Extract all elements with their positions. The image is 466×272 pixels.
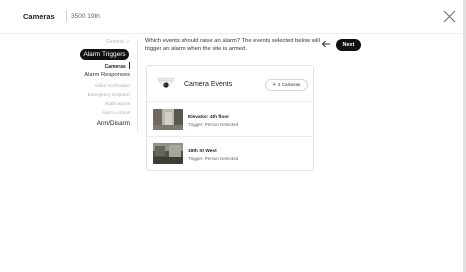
title-divider	[66, 11, 67, 22]
camera-event-row[interactable]: 19th St West Trigger: Person Detected	[147, 136, 313, 169]
step-arm-disarm[interactable]: Arm/Disarm	[97, 120, 130, 127]
dome-camera-icon	[155, 76, 177, 92]
event-trigger: Trigger: Person Detected	[188, 156, 239, 161]
site-name: 3500 19th	[71, 12, 100, 20]
step-alarm-actions[interactable]: Alarm Actions	[102, 110, 130, 115]
top-bar: Cameras 3500 19th	[0, 0, 466, 34]
event-title: Elevator: 4th floor	[188, 115, 230, 120]
app-window: Cameras 3500 19th General ✓ Cameras Alarm…	[0, 0, 466, 272]
step-alarm-triggers[interactable]: Alarm Triggers	[80, 49, 129, 60]
step-cameras-label: Cameras	[104, 64, 126, 70]
step-notifications[interactable]: Notifications	[105, 101, 130, 106]
step-general-label: General	[106, 39, 124, 45]
event-trigger: Trigger: Person Detected	[188, 122, 239, 127]
next-button[interactable]: Next	[336, 39, 361, 51]
page-title: Cameras	[23, 12, 55, 21]
close-icon	[443, 10, 456, 23]
plus-icon: +	[272, 82, 276, 88]
camera-thumbnail	[153, 109, 183, 130]
step-emergency-dispatch[interactable]: Emergency Dispatch	[88, 92, 130, 97]
current-substep-indicator	[128, 62, 130, 69]
step-cameras[interactable]: Cameras	[105, 62, 130, 70]
check-icon: ✓	[125, 39, 130, 45]
card-title: Camera Events	[184, 81, 233, 88]
event-title: 19th St West	[188, 149, 217, 154]
camera-events-card: Camera Events +2 Cameras Elevator: 4th f…	[146, 65, 314, 171]
add-cameras-button[interactable]: +2 Cameras	[265, 79, 308, 91]
camera-event-row[interactable]: Elevator: 4th floor Trigger: Person Dete…	[147, 103, 313, 136]
instructions-text: Which events should raise an alarm? The …	[145, 38, 320, 52]
close-button[interactable]	[443, 10, 456, 23]
card-header: Camera Events +2 Cameras	[147, 66, 313, 102]
camera-thumbnail	[153, 143, 183, 164]
stepper-divider	[137, 40, 138, 132]
arrow-left-icon	[321, 40, 330, 48]
back-button[interactable]	[321, 39, 331, 49]
add-cameras-label: 2 Cameras	[277, 82, 301, 87]
step-video-verification[interactable]: Video Verification	[95, 83, 130, 88]
step-alarm-responses[interactable]: Alarm Responses	[84, 72, 130, 78]
step-general[interactable]: General ✓	[106, 39, 130, 45]
